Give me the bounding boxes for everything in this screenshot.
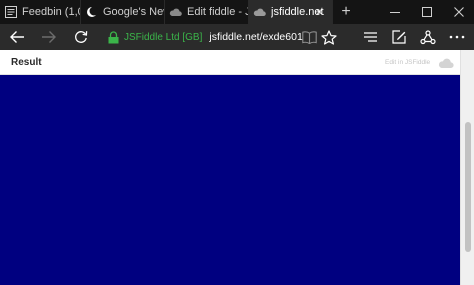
refresh-button[interactable] <box>68 24 94 50</box>
back-button[interactable] <box>4 24 30 50</box>
tab-google[interactable]: Google's New <box>81 0 165 24</box>
minimize-button[interactable] <box>380 0 410 24</box>
reading-view-icon <box>301 30 317 44</box>
star-icon <box>321 29 337 45</box>
forward-button[interactable] <box>36 24 62 50</box>
lock-icon <box>108 30 120 44</box>
new-tab-button[interactable]: + <box>333 0 359 24</box>
tab-strip: Feedbin (1,000 Google's New Edit fiddle … <box>0 0 474 24</box>
favorite-button[interactable] <box>316 24 342 50</box>
tab-label: Edit fiddle - JSF <box>187 6 248 18</box>
share-button[interactable] <box>415 24 441 50</box>
tab-feedbin[interactable]: Feedbin (1,000 <box>0 0 81 24</box>
web-note-icon <box>392 30 406 44</box>
maximize-button[interactable] <box>412 0 442 24</box>
crescent-icon <box>85 6 98 19</box>
feedbin-icon <box>4 6 17 19</box>
tab-label: Feedbin (1,000 <box>22 6 80 18</box>
cloud-icon <box>169 6 182 19</box>
refresh-icon <box>75 31 88 43</box>
share-icon <box>420 29 436 44</box>
navigation-bar: JSFiddle Ltd [GB] jsfiddle.net/exde601e/… <box>0 24 474 50</box>
hub-icon <box>363 32 377 42</box>
tab-label: Google's New <box>103 6 164 18</box>
cloud-icon <box>253 6 266 19</box>
scrollbar-thumb[interactable] <box>465 122 471 252</box>
page-scrollbar[interactable] <box>460 50 474 285</box>
forward-arrow-icon <box>42 31 56 43</box>
hub-button[interactable] <box>357 24 383 50</box>
web-note-button[interactable] <box>386 24 412 50</box>
site-identity: JSFiddle Ltd [GB] <box>124 31 203 43</box>
url-text[interactable]: jsfiddle.net/exde601e/j8 <box>209 31 303 43</box>
more-button[interactable] <box>444 24 470 50</box>
close-window-button[interactable] <box>444 0 474 24</box>
tab-edit-fiddle[interactable]: Edit fiddle - JSF <box>165 0 249 24</box>
edit-in-jsfiddle-link[interactable]: Edit in JSFiddle <box>385 59 430 66</box>
result-header: Result Edit in JSFiddle <box>0 50 460 75</box>
back-arrow-icon <box>10 31 24 43</box>
page-content: Result Edit in JSFiddle <box>0 50 474 285</box>
result-output <box>0 75 460 285</box>
close-tab-button[interactable]: × <box>313 5 326 19</box>
jsfiddle-logo-icon[interactable] <box>438 56 454 68</box>
result-title: Result <box>11 57 42 68</box>
tab-jsfiddle-active[interactable]: jsfiddle.net/ × <box>249 0 333 24</box>
more-icon <box>449 35 465 39</box>
